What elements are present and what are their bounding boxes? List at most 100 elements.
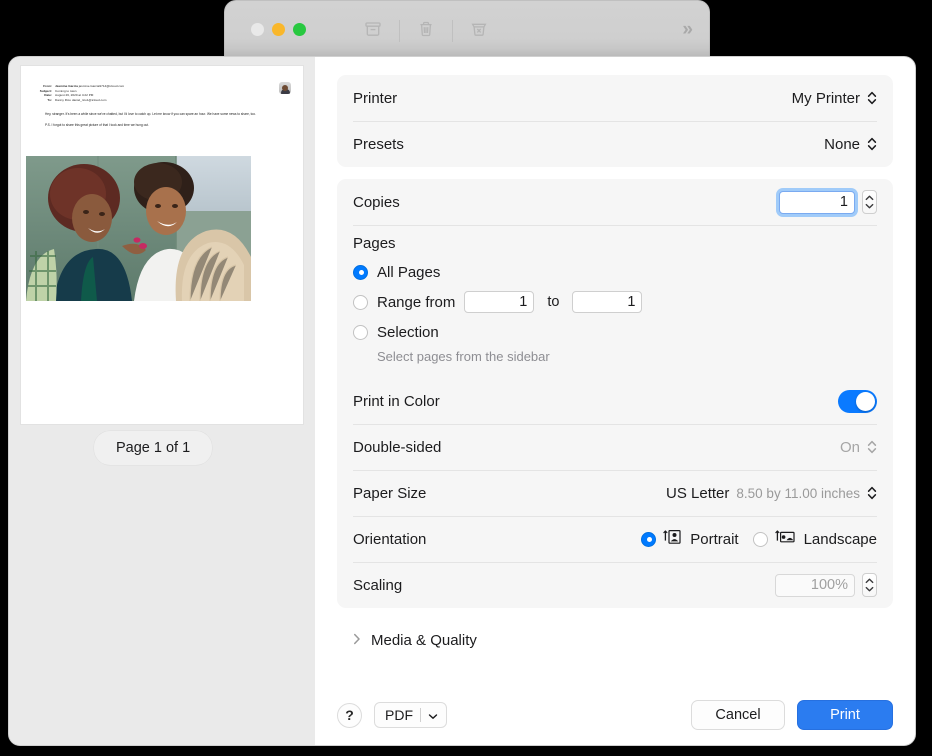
close-button[interactable] (251, 23, 264, 36)
zoom-button[interactable] (293, 23, 306, 36)
email-fields: From: Jasmine Garcia jasmine.Garcia9714@… (33, 84, 291, 102)
trash-icon (415, 18, 437, 45)
pdf-label: PDF (385, 707, 413, 723)
printer-row[interactable]: Printer My Printer (337, 75, 893, 121)
stepper-down-icon[interactable] (865, 586, 874, 592)
landscape-icon (774, 528, 798, 550)
range-start-input[interactable] (464, 291, 534, 313)
pages-block: Pages All Pages Range from to (337, 225, 893, 378)
print-options-pane: Printer My Printer Presets (315, 57, 915, 745)
email-body-paragraph-2: P.S. I forgot to share this great pictur… (45, 123, 289, 128)
range-to-label: to (547, 294, 559, 310)
email-header: From: Jasmine Garcia jasmine.Garcia9714@… (21, 66, 303, 102)
email-field-to: To: Danny Rico daniel_rico1@icloud.com (33, 98, 291, 103)
scaling-input[interactable] (775, 574, 855, 597)
toolbar-overflow-button[interactable]: » (682, 19, 691, 41)
from-name: Jasmine Garcia (55, 84, 78, 88)
print-dialog: From: Jasmine Garcia jasmine.Garcia9714@… (8, 56, 916, 746)
print-in-color-toggle[interactable] (838, 390, 877, 413)
radio-landscape-indicator[interactable] (753, 532, 768, 547)
minimize-button[interactable] (272, 23, 285, 36)
paper-size-label: Paper Size (353, 485, 666, 502)
copies-row: Copies (337, 179, 893, 225)
printer-presets-card: Printer My Printer Presets (337, 75, 893, 167)
trash-button[interactable] (400, 17, 452, 45)
orientation-landscape-option[interactable]: Landscape (753, 528, 877, 550)
stepper-down-icon[interactable] (865, 203, 874, 209)
portrait-label: Portrait (690, 531, 738, 548)
radio-all-pages-label: All Pages (377, 264, 440, 281)
screen: » From: Jasmine Garcia jasmine.Garcia971… (0, 0, 932, 756)
stepper-up-icon[interactable] (865, 195, 874, 201)
copies-input[interactable] (779, 191, 855, 214)
radio-all-pages-indicator[interactable] (353, 265, 368, 280)
pages-label: Pages (353, 235, 877, 252)
copies-label: Copies (353, 194, 779, 211)
printer-value-group[interactable]: My Printer (792, 90, 877, 107)
radio-portrait-indicator[interactable] (641, 532, 656, 547)
paper-size-value: US Letter (666, 485, 729, 502)
presets-label: Presets (353, 136, 824, 153)
presets-row[interactable]: Presets None (337, 121, 893, 167)
radio-range-indicator[interactable] (353, 295, 368, 310)
dialog-footer: ? PDF Cancel Print (315, 685, 915, 745)
scaling-row: Scaling (337, 562, 893, 608)
chevron-right-icon (353, 633, 361, 648)
radio-all-pages[interactable]: All Pages (353, 261, 877, 283)
orientation-label: Orientation (353, 531, 641, 548)
to-label: To: (33, 98, 52, 103)
stepper-up-icon[interactable] (865, 578, 874, 584)
presets-value-group[interactable]: None (824, 136, 877, 153)
to-address: daniel_rico1@icloud.com (72, 98, 107, 102)
email-body: Hey, stranger. It's been a while since w… (21, 102, 303, 128)
junk-button[interactable] (453, 17, 505, 45)
chevron-updown-icon (867, 136, 877, 152)
double-sided-value: On (840, 439, 860, 456)
orientation-row: Orientation (337, 516, 893, 562)
window-traffic-lights (251, 23, 306, 36)
print-in-color-label: Print in Color (353, 393, 838, 410)
page-indicator: Page 1 of 1 (94, 431, 212, 465)
chevron-updown-icon (867, 485, 877, 501)
radio-selection-label: Selection (377, 324, 439, 341)
print-button[interactable]: Print (797, 700, 893, 730)
double-sided-label: Double-sided (353, 439, 840, 456)
to-name: Danny Rico (55, 98, 71, 102)
chevron-down-icon (428, 707, 438, 723)
range-end-input[interactable] (572, 291, 642, 313)
from-address: jasmine.Garcia9714@icloud.com (79, 84, 124, 88)
print-preview-pane: From: Jasmine Garcia jasmine.Garcia9714@… (9, 57, 315, 745)
print-settings-card: Copies Pages (337, 179, 893, 608)
email-photo (26, 156, 251, 301)
pdf-popup-button[interactable]: PDF (374, 702, 447, 728)
radio-selection-indicator[interactable] (353, 325, 368, 340)
radio-selection[interactable]: Selection (353, 321, 877, 343)
junk-icon (468, 18, 490, 45)
radio-range-label: Range from (377, 294, 455, 311)
cancel-button[interactable]: Cancel (691, 700, 785, 730)
paper-size-value-group[interactable]: US Letter 8.50 by 11.00 inches (666, 485, 877, 502)
archive-icon (362, 18, 384, 45)
radio-range[interactable]: Range from to (353, 291, 877, 313)
help-button[interactable]: ? (337, 703, 362, 728)
copies-stepper[interactable] (862, 190, 877, 214)
portrait-icon (662, 528, 684, 550)
email-body-paragraph-1: Hey, stranger. It's been a while since w… (45, 112, 289, 117)
paper-size-detail: 8.50 by 11.00 inches (736, 486, 860, 501)
print-in-color-row: Print in Color (337, 378, 893, 424)
chevron-updown-icon (867, 90, 877, 106)
orientation-portrait-option[interactable]: Portrait (641, 528, 738, 550)
chevron-updown-icon (867, 439, 877, 455)
media-quality-label: Media & Quality (371, 632, 477, 649)
media-quality-disclosure[interactable]: Media & Quality (337, 620, 893, 660)
pdf-divider (420, 708, 421, 722)
printer-label: Printer (353, 90, 792, 107)
scaling-stepper[interactable] (862, 573, 877, 597)
double-sided-row[interactable]: Double-sided On (337, 424, 893, 470)
paper-size-row[interactable]: Paper Size US Letter 8.50 by 11.00 inche… (337, 470, 893, 516)
archive-button[interactable] (347, 17, 399, 45)
double-sided-value-group[interactable]: On (840, 439, 877, 456)
printer-value: My Printer (792, 90, 860, 107)
mail-toolbar (347, 17, 505, 45)
preview-page[interactable]: From: Jasmine Garcia jasmine.Garcia9714@… (21, 66, 303, 424)
